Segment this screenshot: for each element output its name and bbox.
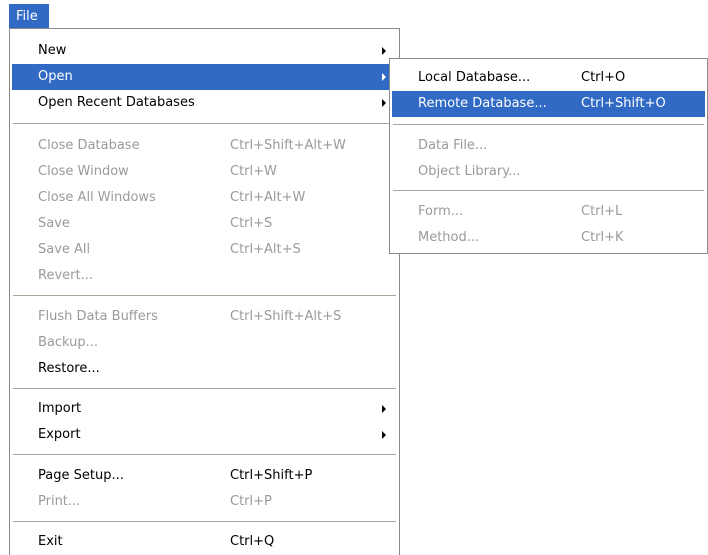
file-menu-label: File <box>16 9 38 24</box>
menu-item-save[interactable]: Save Ctrl+S <box>12 211 397 237</box>
menu-item-label: Revert... <box>38 268 93 283</box>
menu-item-label: Save All <box>38 242 91 257</box>
menu-item-label: Form... <box>418 204 464 219</box>
menu-item-restore[interactable]: Restore... <box>12 356 397 382</box>
submenu-arrow-icon <box>382 99 386 107</box>
submenu-arrow-icon <box>382 47 386 55</box>
menu-item-label: Close Window <box>38 164 129 179</box>
menu-item-label: Open Recent Databases <box>38 95 195 110</box>
menu-item-save-all[interactable]: Save All Ctrl+Alt+S <box>12 237 397 263</box>
menu-separator <box>13 123 396 125</box>
menu-item-flush-data-buffers[interactable]: Flush Data Buffers Ctrl+Shift+Alt+S <box>12 304 397 330</box>
menu-item-new[interactable]: New <box>12 38 397 64</box>
menu-separator <box>13 388 396 390</box>
menu-item-label: Page Setup... <box>38 468 124 483</box>
menu-item-exit[interactable]: Exit Ctrl+Q <box>12 529 397 555</box>
menu-separator <box>13 295 396 297</box>
submenu-item-method[interactable]: Method... Ctrl+K <box>392 225 705 251</box>
menu-item-label: Close Database <box>38 138 140 153</box>
menu-item-label: New <box>38 43 67 58</box>
menu-item-label: Close All Windows <box>38 190 156 205</box>
submenu-arrow-icon <box>382 405 386 413</box>
submenu-item-form[interactable]: Form... Ctrl+L <box>392 199 705 225</box>
menu-item-close-window[interactable]: Close Window Ctrl+W <box>12 159 397 185</box>
submenu-item-data-file[interactable]: Data File... <box>392 133 705 159</box>
menu-item-label: Print... <box>38 494 81 509</box>
menu-item-shortcut: Ctrl+Shift+O <box>581 96 666 111</box>
menu-item-shortcut: Ctrl+O <box>581 70 626 85</box>
menu-item-label: Import <box>38 401 82 416</box>
open-submenu: Local Database... Ctrl+O Remote Database… <box>389 58 708 254</box>
submenu-item-object-library[interactable]: Object Library... <box>392 159 705 185</box>
submenu-arrow-icon <box>382 73 386 81</box>
menu-item-label: Save <box>38 216 70 231</box>
file-menu[interactable]: File <box>9 4 49 28</box>
menu-item-shortcut: Ctrl+Shift+Alt+S <box>230 309 342 324</box>
menu-item-shortcut: Ctrl+L <box>581 204 623 219</box>
menu-item-shortcut: Ctrl+Alt+S <box>230 242 301 257</box>
menu-separator <box>393 190 704 192</box>
menu-item-label: Data File... <box>418 138 488 153</box>
menu-item-export[interactable]: Export <box>12 422 397 448</box>
menu-item-label: Open <box>38 69 73 84</box>
menu-separator <box>13 521 396 523</box>
menu-item-shortcut: Ctrl+W <box>230 164 277 179</box>
menu-item-shortcut: Ctrl+P <box>230 494 272 509</box>
menu-item-close-all-windows[interactable]: Close All Windows Ctrl+Alt+W <box>12 185 397 211</box>
menu-item-open-recent[interactable]: Open Recent Databases <box>12 90 397 116</box>
menu-item-revert[interactable]: Revert... <box>12 263 397 289</box>
menu-item-label: Local Database... <box>418 70 531 85</box>
menu-item-print[interactable]: Print... Ctrl+P <box>12 489 397 515</box>
menu-item-open[interactable]: Open <box>12 64 397 90</box>
submenu-item-local-database[interactable]: Local Database... Ctrl+O <box>392 65 705 91</box>
menu-item-backup[interactable]: Backup... <box>12 330 397 356</box>
file-dropdown-menu: New Open Open Recent Databases Close Dat… <box>9 28 400 555</box>
submenu-arrow-icon <box>382 431 386 439</box>
menu-item-shortcut: Ctrl+S <box>230 216 273 231</box>
menu-item-shortcut: Ctrl+Alt+W <box>230 190 306 205</box>
menu-item-shortcut: Ctrl+Q <box>230 534 275 549</box>
menu-item-label: Remote Database... <box>418 96 547 111</box>
menu-item-close-database[interactable]: Close Database Ctrl+Shift+Alt+W <box>12 133 397 159</box>
submenu-item-remote-database[interactable]: Remote Database... Ctrl+Shift+O <box>392 91 705 117</box>
menu-separator <box>13 454 396 456</box>
menu-item-label: Export <box>38 427 81 442</box>
menu-item-label: Restore... <box>38 361 100 376</box>
menu-item-label: Method... <box>418 230 480 245</box>
menu-item-shortcut: Ctrl+Shift+Alt+W <box>230 138 346 153</box>
menu-item-shortcut: Ctrl+Shift+P <box>230 468 313 483</box>
menu-item-label: Exit <box>38 534 63 549</box>
menu-separator <box>393 124 704 126</box>
menu-item-import[interactable]: Import <box>12 396 397 422</box>
menu-item-label: Object Library... <box>418 164 521 179</box>
menu-item-label: Backup... <box>38 335 99 350</box>
menu-item-page-setup[interactable]: Page Setup... Ctrl+Shift+P <box>12 463 397 489</box>
menu-item-shortcut: Ctrl+K <box>581 230 624 245</box>
menu-item-label: Flush Data Buffers <box>38 309 158 324</box>
